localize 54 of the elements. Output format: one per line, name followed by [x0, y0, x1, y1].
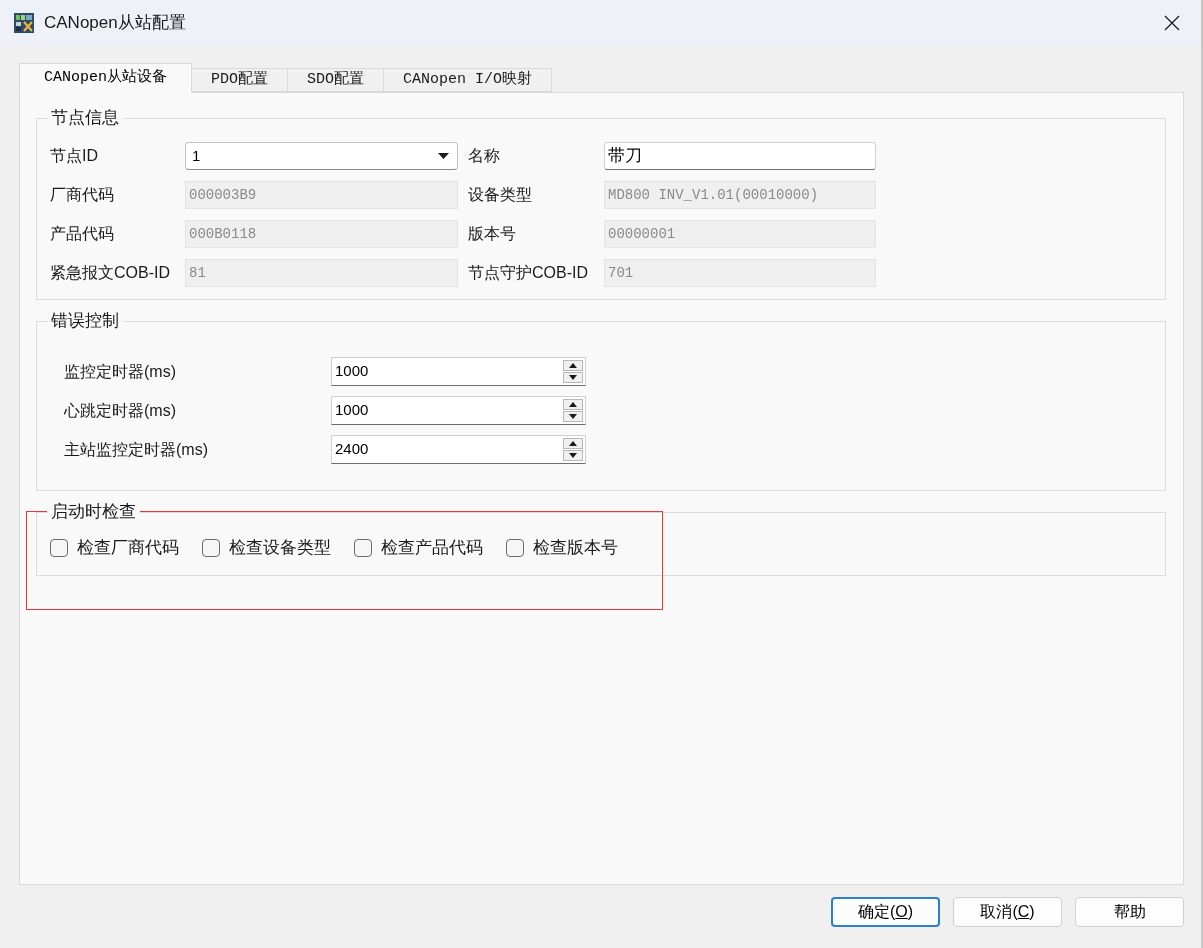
- dropdown-field[interactable]: 1: [185, 142, 458, 170]
- up-arrow-icon: [569, 363, 577, 368]
- field-label: 节点ID: [50, 146, 99, 166]
- decrement-button[interactable]: [563, 372, 583, 383]
- up-arrow-icon: [569, 441, 577, 446]
- app-icon: [14, 13, 34, 33]
- field-label: 紧急报文COB-ID: [50, 263, 171, 283]
- ok-button[interactable]: 确定(O): [831, 897, 940, 927]
- readonly-field: 81: [185, 259, 458, 287]
- decrement-button[interactable]: [563, 450, 583, 461]
- window-title: CANopen从站配置: [44, 12, 186, 35]
- tab[interactable]: PDO配置: [192, 68, 289, 92]
- close-icon[interactable]: [1164, 15, 1180, 31]
- checkbox[interactable]: [202, 538, 220, 557]
- checkbox[interactable]: [50, 538, 68, 557]
- help-button[interactable]: 帮助: [1075, 897, 1184, 927]
- checkbox-label: 检查版本号: [533, 537, 618, 559]
- readonly-field: 00000001: [604, 220, 876, 248]
- checkbox-label: 检查设备类型: [229, 537, 331, 559]
- caret-icon: [438, 153, 449, 159]
- checkbox[interactable]: [506, 538, 524, 557]
- tab[interactable]: CANopen从站设备: [19, 63, 192, 93]
- down-arrow-icon: [569, 453, 577, 458]
- checkbox-label: 检查产品代码: [381, 537, 483, 559]
- field-label: 版本号: [467, 224, 517, 244]
- tab[interactable]: SDO配置: [288, 68, 385, 92]
- readonly-field: 000B0118: [185, 220, 458, 248]
- number-field[interactable]: 1000: [331, 396, 586, 425]
- down-arrow-icon: [569, 375, 577, 380]
- readonly-field: MD800 INV_V1.01(00010000): [604, 181, 876, 209]
- field-label: 监控定时器(ms): [64, 361, 177, 382]
- decrement-button[interactable]: [563, 411, 583, 422]
- field-label: 厂商代码: [50, 185, 115, 205]
- group-title: 启动时检查: [47, 502, 140, 522]
- cancel-button[interactable]: 取消(C): [953, 897, 1062, 927]
- tab[interactable]: CANopen I/O映射: [384, 68, 553, 92]
- up-arrow-icon: [569, 402, 577, 407]
- text-field[interactable]: 带刀: [604, 142, 876, 170]
- field-label: 主站监控定时器(ms): [64, 439, 209, 460]
- checkbox-label: 检查厂商代码: [77, 537, 179, 559]
- field-label: 节点守护COB-ID: [467, 263, 589, 283]
- field-label: 产品代码: [50, 224, 115, 244]
- checkbox[interactable]: [354, 538, 372, 557]
- down-arrow-icon: [569, 414, 577, 419]
- number-field[interactable]: 2400: [331, 435, 586, 464]
- field-label: 心跳定时器(ms): [64, 400, 177, 421]
- field-label: 名称: [467, 146, 501, 166]
- increment-button[interactable]: [563, 360, 583, 371]
- increment-button[interactable]: [563, 399, 583, 410]
- number-field[interactable]: 1000: [331, 357, 586, 386]
- readonly-field: 000003B9: [185, 181, 458, 209]
- readonly-field: 701: [604, 259, 876, 287]
- increment-button[interactable]: [563, 438, 583, 449]
- field-label: 设备类型: [467, 185, 533, 205]
